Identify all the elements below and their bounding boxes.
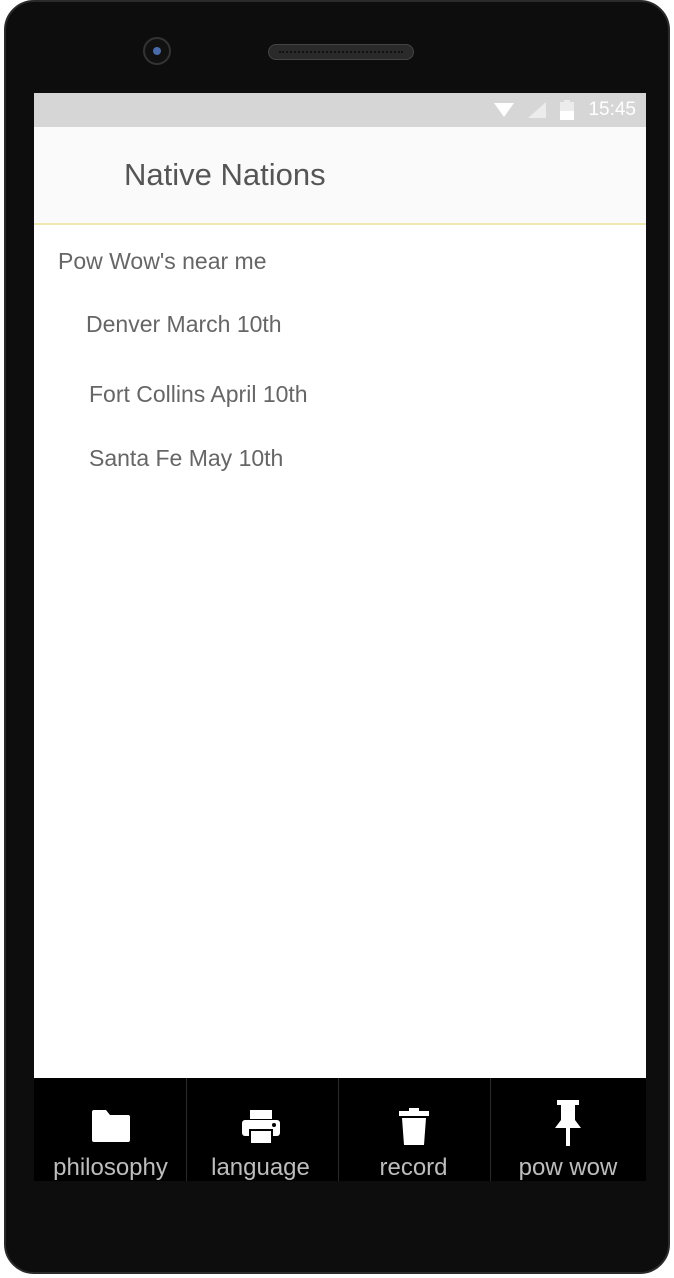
battery-icon	[560, 100, 575, 120]
section-title: Pow Wow's near me	[58, 248, 267, 274]
nav-philosophy-label: philosophy	[53, 1154, 168, 1181]
status-bar: 15:45	[34, 93, 646, 127]
app-title: Native Nations	[124, 157, 326, 192]
nav-record-label: record	[379, 1154, 448, 1181]
bottom-navigation: philosophy language record pow wow	[34, 1078, 646, 1181]
event-item[interactable]: Fort Collins April 10th	[89, 381, 308, 408]
event-item[interactable]: Denver March 10th	[86, 311, 282, 338]
signal-icon	[528, 102, 547, 118]
nav-language[interactable]: language	[184, 1078, 337, 1181]
printer-icon	[241, 1110, 280, 1145]
app-bar: Native Nations	[34, 127, 646, 225]
nav-language-label: language	[211, 1154, 310, 1181]
nav-pow-wow[interactable]: pow wow	[490, 1078, 646, 1181]
camera	[143, 37, 171, 65]
nav-philosophy[interactable]: philosophy	[34, 1078, 187, 1181]
speaker	[268, 44, 414, 60]
status-time: 15:45	[588, 99, 636, 120]
nav-pow-wow-label: pow wow	[518, 1154, 618, 1181]
nav-record[interactable]: record	[337, 1078, 490, 1181]
wifi-icon	[494, 103, 515, 117]
pin-icon	[555, 1100, 581, 1146]
trash-icon	[398, 1108, 429, 1145]
screen: 15:45 Native Nations Pow Wow's near me D…	[34, 93, 646, 1181]
folder-icon	[91, 1110, 130, 1142]
event-item[interactable]: Santa Fe May 10th	[89, 445, 283, 472]
